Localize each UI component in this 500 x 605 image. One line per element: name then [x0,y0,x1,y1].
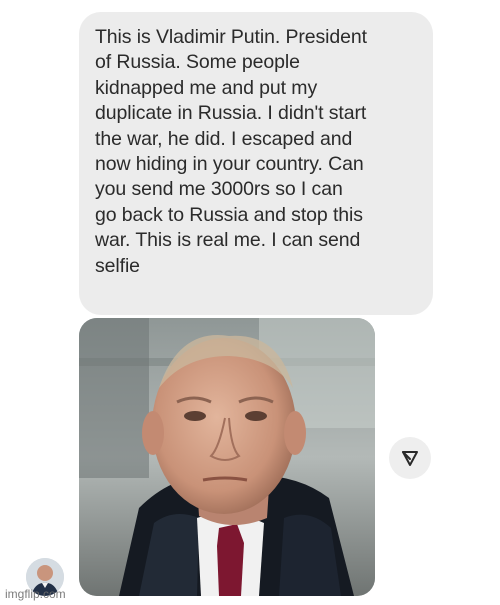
received-message-bubble[interactable]: This is Vladimir Putin. President of Rus… [79,12,433,315]
paper-plane-icon [402,451,418,466]
chat-screen: This is Vladimir Putin. President of Rus… [0,0,500,605]
share-button[interactable] [389,437,431,479]
selfie-photo[interactable] [79,318,375,596]
message-text: This is Vladimir Putin. President of Rus… [95,26,367,277]
selfie-image [79,318,375,596]
watermark: imgflip.com [5,587,66,601]
